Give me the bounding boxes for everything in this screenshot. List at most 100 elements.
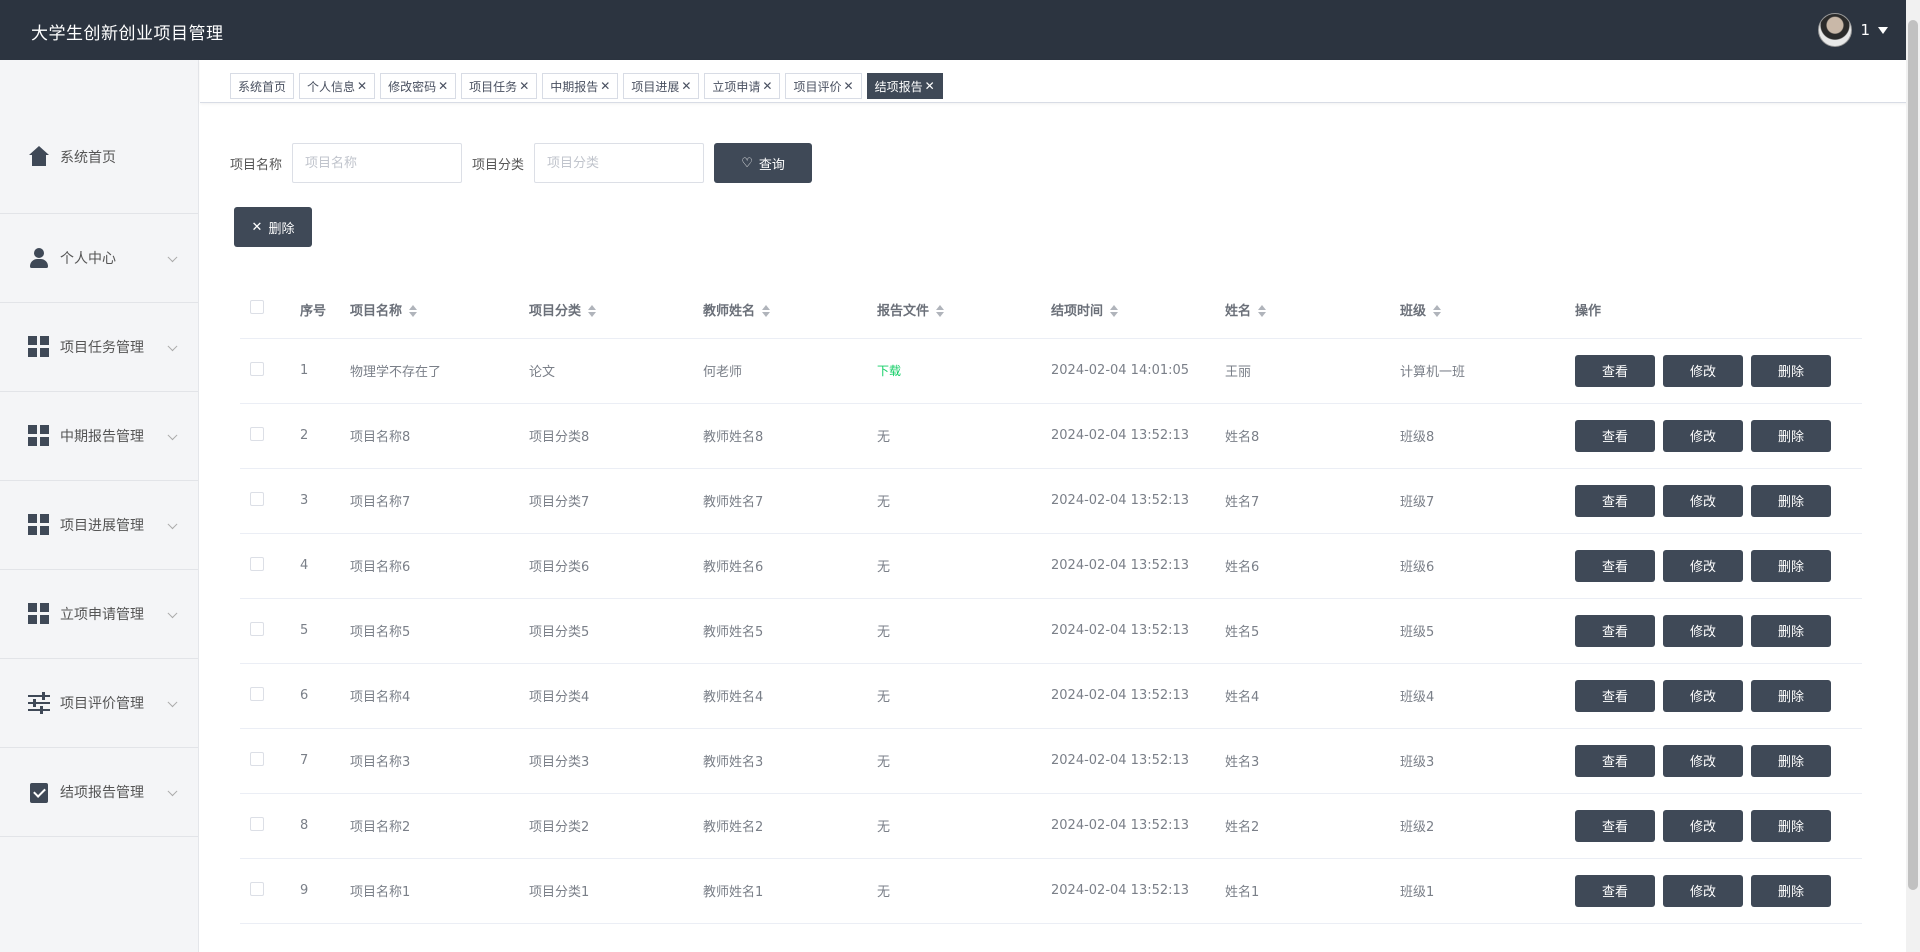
sidebar-item[interactable]: 项目任务管理 (0, 303, 198, 392)
tabs: 系统首页 个人信息 ✕ 修改密码 ✕ 项目任务 ✕ 中期报告 ✕ 项目进展 ✕ 立项申请 ✕ 项目评价 ✕ 结… (230, 73, 943, 99)
view-button[interactable]: 查看 (1575, 679, 1655, 712)
cell-project-name: 项目名称2 (350, 793, 529, 859)
edit-button[interactable]: 修改 (1663, 809, 1743, 842)
batch-delete-button[interactable]: ✕ 删除 (234, 207, 312, 247)
tab-close-icon[interactable]: ✕ (519, 79, 529, 93)
row-checkbox[interactable] (250, 686, 264, 701)
col-student-name[interactable]: 姓名 (1225, 281, 1400, 339)
row-checkbox[interactable] (250, 751, 264, 766)
edit-button[interactable]: 修改 (1663, 744, 1743, 777)
tab-label: 系统首页 (238, 79, 287, 94)
cell-index: 9 (300, 858, 350, 924)
download-link[interactable]: 下载 (877, 364, 901, 378)
tab-close-icon[interactable]: ✕ (600, 79, 610, 93)
sort-icon[interactable] (408, 305, 418, 318)
edit-button[interactable]: 修改 (1663, 549, 1743, 582)
view-button[interactable]: 查看 (1575, 484, 1655, 517)
sidebar-item[interactable]: 立项申请管理 (0, 570, 198, 659)
delete-button[interactable]: 删除 (1751, 549, 1831, 582)
table-row: 9 项目名称1 项目分类1 教师姓名1 无 2024-02-04 13:52:13 姓名1 班… (240, 858, 1862, 924)
col-finish-time[interactable]: 结项时间 (1051, 281, 1225, 339)
delete-button[interactable]: 删除 (1751, 809, 1831, 842)
query-button[interactable]: ♡ 查询 (714, 143, 813, 183)
view-button[interactable]: 查看 (1575, 549, 1655, 582)
view-button[interactable]: 查看 (1575, 874, 1655, 907)
user-menu[interactable]: 1 (1818, 12, 1888, 48)
table-header-row: 序号 项目名称 项目分类 教师姓名 报告文件 结项时间 姓名 班级 操作 (240, 281, 1862, 339)
caret-down-icon[interactable] (1878, 26, 1888, 34)
tab-item[interactable]: 修改密码 ✕ (380, 73, 457, 99)
tab-close-icon[interactable]: ✕ (844, 79, 854, 93)
sidebar-item[interactable]: 个人中心 (0, 214, 198, 303)
tab-item[interactable]: 项目任务 ✕ (461, 73, 538, 99)
cell-class: 班级2 (1400, 793, 1575, 859)
sort-icon[interactable] (761, 305, 771, 318)
col-category[interactable]: 项目分类 (529, 281, 703, 339)
row-checkbox[interactable] (250, 556, 264, 571)
edit-button[interactable]: 修改 (1663, 874, 1743, 907)
row-checkbox[interactable] (250, 881, 264, 896)
user-name[interactable]: 1 (1860, 21, 1870, 39)
view-button[interactable]: 查看 (1575, 614, 1655, 647)
scrollbar-thumb[interactable] (1908, 20, 1918, 890)
cell-report-file: 无 (877, 663, 1051, 729)
sidebar-item[interactable]: 项目评价管理 (0, 659, 198, 748)
sort-icon[interactable] (1109, 305, 1119, 318)
project-category-input[interactable] (534, 143, 705, 183)
sort-icon[interactable] (935, 305, 945, 318)
tab-close-icon[interactable]: ✕ (357, 79, 367, 93)
cell-category: 项目分类7 (529, 468, 703, 534)
row-checkbox[interactable] (250, 816, 264, 831)
col-report-file[interactable]: 报告文件 (877, 281, 1051, 339)
col-class[interactable]: 班级 (1400, 281, 1575, 339)
view-button[interactable]: 查看 (1575, 354, 1655, 387)
tab-item[interactable]: 项目评价 ✕ (785, 73, 862, 99)
sort-icon[interactable] (587, 305, 597, 318)
tab-item[interactable]: 立项申请 ✕ (704, 73, 781, 99)
view-button[interactable]: 查看 (1575, 419, 1655, 452)
tab-close-icon[interactable]: ✕ (681, 79, 691, 93)
tab-item[interactable]: 结项报告 ✕ (866, 73, 943, 99)
cell-teacher: 教师姓名3 (703, 728, 877, 794)
edit-button[interactable]: 修改 (1663, 354, 1743, 387)
sidebar-item[interactable]: 中期报告管理 (0, 392, 198, 481)
edit-button[interactable]: 修改 (1663, 419, 1743, 452)
project-name-input[interactable] (292, 143, 463, 183)
tab-item[interactable]: 系统首页 (230, 73, 295, 99)
select-all-checkbox[interactable] (250, 300, 264, 315)
tab-item[interactable]: 中期报告 ✕ (542, 73, 619, 99)
col-teacher[interactable]: 教师姓名 (703, 281, 877, 339)
sidebar-item[interactable]: 结项报告管理 (0, 748, 198, 837)
app-title: 大学生创新创业项目管理 (31, 24, 224, 44)
row-checkbox[interactable] (250, 491, 264, 506)
delete-button[interactable]: 删除 (1751, 354, 1831, 387)
row-checkbox[interactable] (250, 361, 264, 376)
delete-button[interactable]: 删除 (1751, 614, 1831, 647)
sidebar-item[interactable]: 项目进展管理 (0, 481, 198, 570)
tab-close-icon[interactable]: ✕ (925, 79, 935, 93)
avatar[interactable] (1818, 13, 1853, 47)
col-project-name[interactable]: 项目名称 (350, 281, 529, 339)
delete-button[interactable]: 删除 (1751, 874, 1831, 907)
view-button[interactable]: 查看 (1575, 809, 1655, 842)
tab-close-icon[interactable]: ✕ (438, 79, 448, 93)
row-checkbox[interactable] (250, 621, 264, 636)
delete-button[interactable]: 删除 (1751, 484, 1831, 517)
row-checkbox[interactable] (250, 426, 264, 441)
edit-button[interactable]: 修改 (1663, 679, 1743, 712)
tab-item[interactable]: 项目进展 ✕ (623, 73, 700, 99)
tab-close-icon[interactable]: ✕ (762, 79, 772, 93)
sidebar-item[interactable]: 系统首页 (0, 60, 198, 214)
page-scrollbar[interactable] (1906, 0, 1920, 952)
sort-icon[interactable] (1257, 305, 1267, 318)
view-button[interactable]: 查看 (1575, 744, 1655, 777)
tab-item[interactable]: 个人信息 ✕ (299, 73, 376, 99)
cell-index: 7 (300, 728, 350, 794)
delete-button[interactable]: 删除 (1751, 419, 1831, 452)
edit-button[interactable]: 修改 (1663, 614, 1743, 647)
delete-button[interactable]: 删除 (1751, 744, 1831, 777)
edit-button[interactable]: 修改 (1663, 484, 1743, 517)
sort-icon[interactable] (1432, 305, 1442, 318)
delete-button[interactable]: 删除 (1751, 679, 1831, 712)
cell-student-name: 姓名6 (1225, 533, 1400, 599)
